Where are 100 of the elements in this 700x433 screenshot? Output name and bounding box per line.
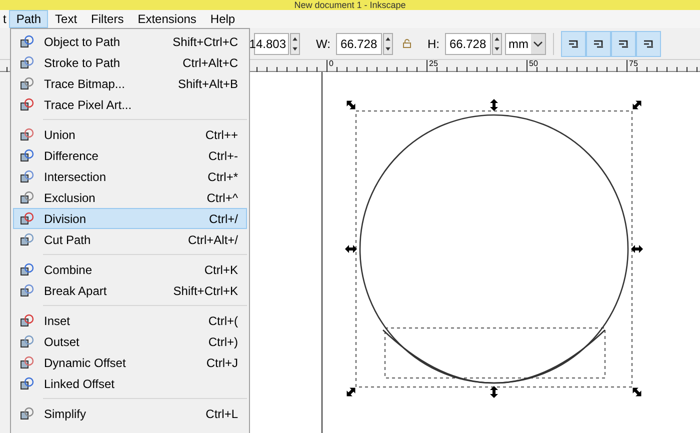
menu-item[interactable]: Outset Ctrl+)	[13, 331, 247, 352]
shortcut-label: Ctrl+*	[208, 168, 238, 186]
path-operation-icon	[20, 34, 34, 48]
resize-handle[interactable]	[346, 100, 356, 110]
menu-item[interactable]: Division Ctrl+/	[13, 208, 247, 229]
menu-item-label: Object to Path	[44, 34, 122, 50]
width-label: W:	[316, 36, 330, 52]
path-operation-icon	[20, 334, 34, 348]
ruler-label: 25	[429, 60, 438, 68]
menu-bar-item[interactable]: Help	[203, 10, 242, 28]
path-operation-icon	[20, 212, 34, 226]
shortcut-label: Ctrl+Alt+/	[188, 232, 238, 248]
menu-item[interactable]: Inset Ctrl+(	[13, 310, 247, 331]
shortcut-label: Ctrl+/	[208, 210, 238, 228]
lock-icon[interactable]	[403, 39, 412, 48]
menu-item-label: Stroke to Path	[44, 54, 122, 72]
menu-item-label: Trace Pixel Art...	[44, 96, 133, 114]
shortcut-label: Shift+Ctrl+K	[173, 282, 238, 300]
shortcut-label: Ctrl+J	[206, 354, 238, 372]
input-field[interactable]: 66.728	[445, 32, 492, 54]
menu-item[interactable]: Break Apart Shift+Ctrl+K	[13, 280, 247, 301]
menu-item[interactable]: Object to Path Shift+Ctrl+C	[13, 31, 247, 52]
height-label: H:	[427, 36, 440, 52]
menu-bar-item[interactable]: Text	[48, 10, 84, 28]
menu-item-label: Break Apart	[44, 282, 108, 300]
menu-bar-item[interactable]: t	[0, 10, 10, 28]
spin-buttons[interactable]	[383, 32, 394, 54]
spin-buttons[interactable]	[290, 32, 300, 54]
menu-item[interactable]: Stroke to Path Ctrl+Alt+C	[13, 52, 247, 73]
resize-handle[interactable]	[490, 99, 498, 111]
path-operation-icon	[20, 284, 34, 298]
shortcut-label: Ctrl+(	[208, 312, 238, 330]
menu-bar-item[interactable]: Path	[9, 10, 48, 28]
menu-item[interactable]: Simplify Ctrl+L	[13, 403, 247, 424]
menu-item-label: Outset	[44, 334, 80, 350]
menu-item[interactable]: Cut Path Ctrl+Alt+/	[13, 229, 247, 250]
shortcut-label: Ctrl+Alt+C	[182, 54, 238, 72]
path-operation-icon	[20, 76, 34, 90]
resize-handle[interactable]	[632, 100, 642, 110]
shortcut-label: Ctrl+)	[208, 334, 238, 350]
menu-item-label: Intersection	[44, 168, 108, 186]
resize-handle[interactable]	[632, 388, 642, 396]
shortcut-label: Shift+Alt+B	[178, 76, 238, 92]
path-operation-icon	[20, 98, 34, 112]
menu-item-label: Simplify	[44, 406, 88, 422]
ruler-label: 75	[629, 60, 638, 68]
menu-item-label: Exclusion	[44, 190, 96, 206]
menu-item-label: Union	[44, 126, 76, 144]
path-operation-icon	[20, 232, 34, 246]
menu-item-label: Difference	[44, 148, 100, 164]
path-operation-icon	[20, 262, 34, 276]
path-operation-icon	[20, 56, 34, 70]
transform-icon	[592, 38, 605, 48]
path-operation-icon	[20, 376, 34, 390]
path-operation-icon	[20, 406, 34, 420]
shortcut-label: Ctrl+-	[208, 148, 238, 164]
path-operation-icon	[20, 190, 34, 204]
menu-item[interactable]: Difference Ctrl+-	[13, 145, 247, 166]
transform-icon	[642, 38, 655, 48]
path-operation-icon	[20, 128, 34, 142]
menu-item-label: Cut Path	[44, 232, 92, 248]
transform-toggle-button[interactable]	[586, 30, 612, 56]
shortcut-label: Ctrl++	[205, 126, 238, 144]
menu-item[interactable]: Intersection Ctrl+*	[13, 166, 247, 187]
path-operation-icon	[20, 356, 34, 370]
menu-bar-item[interactable]: Filters	[84, 10, 131, 28]
transform-toggle-button[interactable]	[636, 30, 662, 56]
chevron-down-icon	[531, 34, 546, 54]
ruler-label: 0	[329, 60, 334, 68]
shortcut-label: Shift+Ctrl+C	[172, 34, 238, 50]
menu-bar-item[interactable]: Extensions	[130, 10, 204, 28]
resize-handle[interactable]	[346, 388, 356, 396]
menu-item[interactable]: Trace Bitmap... Shift+Alt+B	[13, 73, 247, 94]
menu-item-label: Dynamic Offset	[44, 354, 127, 372]
menu-item-label: Trace Bitmap...	[44, 76, 126, 92]
spin-buttons[interactable]	[492, 32, 502, 54]
menu-item-label: Inset	[44, 312, 72, 330]
resize-handle[interactable]	[631, 245, 643, 253]
menu-item[interactable]: Exclusion Ctrl+^	[13, 187, 247, 208]
shortcut-label: Ctrl+K	[204, 262, 238, 278]
menu-item[interactable]: Trace Pixel Art...	[13, 94, 247, 115]
menu-item-label: Linked Offset	[44, 376, 116, 392]
shortcut-label: Ctrl+L	[206, 406, 238, 422]
input-field[interactable]: 66.728	[336, 32, 382, 54]
transform-toggle-button[interactable]	[611, 30, 636, 56]
path-operation-icon	[20, 148, 34, 162]
window-title: New document 1 - Inkscape	[294, 0, 406, 10]
unit-dropdown[interactable]: mm	[505, 32, 546, 54]
menu-item-label: Division	[44, 210, 88, 228]
menu-item[interactable]: Linked Offset	[13, 373, 247, 394]
resize-handle[interactable]	[345, 245, 357, 253]
path-operation-icon	[20, 314, 34, 328]
menu-item[interactable]: Combine Ctrl+K	[13, 259, 247, 280]
transform-icon	[618, 38, 630, 48]
path-operation-icon	[20, 170, 34, 184]
menu-item[interactable]: Union Ctrl++	[13, 124, 247, 145]
transform-toggle-button[interactable]	[561, 30, 586, 56]
resize-handle[interactable]	[490, 386, 498, 398]
menu-item[interactable]: Dynamic Offset Ctrl+J	[13, 352, 247, 373]
shortcut-label: Ctrl+^	[206, 190, 238, 206]
